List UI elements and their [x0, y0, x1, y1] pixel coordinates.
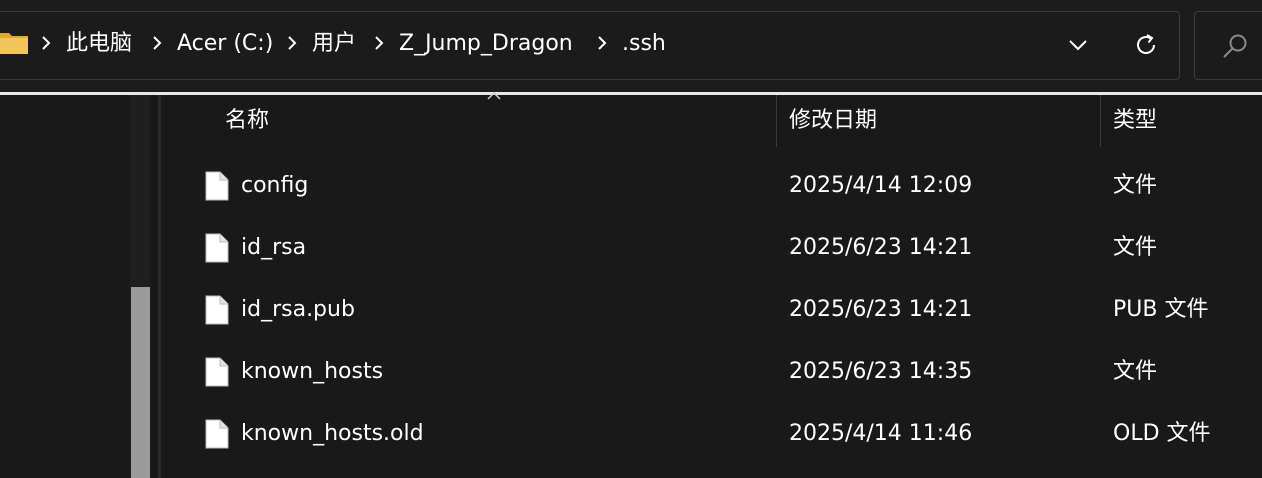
file-explorer-window: 此电脑 Acer (C:) 用户 Z_Jump_Dragon .ssh 名称 修…	[0, 0, 1262, 478]
file-name: id_rsa	[241, 235, 307, 260]
column-header-name[interactable]: 名称	[225, 95, 269, 147]
file-modified-date: 2025/6/23 14:21	[789, 297, 973, 322]
file-name: known_hosts	[241, 359, 384, 384]
address-toolbar: 此电脑 Acer (C:) 用户 Z_Jump_Dragon .ssh	[0, 0, 1262, 92]
address-history-dropdown-button[interactable]	[1058, 28, 1098, 62]
chevron-right-icon[interactable]	[596, 31, 608, 55]
file-icon	[205, 233, 229, 263]
file-type: 文件	[1113, 235, 1158, 260]
chevron-right-icon[interactable]	[286, 31, 298, 55]
file-modified-date: 2025/4/14 11:46	[789, 421, 973, 446]
file-row-config[interactable]: config 2025/4/14 12:09 文件	[161, 155, 1262, 217]
column-divider[interactable]	[1100, 95, 1101, 147]
chevron-right-icon[interactable]	[151, 31, 163, 55]
file-modified-date: 2025/4/14 12:09	[789, 173, 973, 198]
breadcrumb-item-users[interactable]: 用户	[312, 28, 356, 60]
breadcrumb-item-this-pc[interactable]: 此电脑	[66, 28, 132, 60]
refresh-button[interactable]	[1126, 26, 1166, 64]
file-row-id-rsa[interactable]: id_rsa 2025/6/23 14:21 文件	[161, 217, 1262, 279]
search-input[interactable]	[1194, 11, 1262, 80]
search-icon	[1223, 34, 1247, 58]
file-icon	[205, 171, 229, 201]
file-row-id-rsa-pub[interactable]: id_rsa.pub 2025/6/23 14:21 PUB 文件	[161, 279, 1262, 341]
file-icon	[205, 419, 229, 449]
chevron-right-icon[interactable]	[40, 31, 52, 55]
file-type: 文件	[1113, 359, 1158, 384]
sort-ascending-icon	[487, 91, 501, 100]
file-type: PUB 文件	[1113, 297, 1209, 322]
column-header-type[interactable]: 类型	[1113, 95, 1157, 147]
refresh-icon	[1137, 34, 1155, 54]
file-icon	[205, 357, 229, 387]
file-type: OLD 文件	[1113, 421, 1211, 446]
nav-scrollbar-thumb[interactable]	[131, 287, 150, 478]
breadcrumb-item-drive[interactable]: Acer (C:)	[177, 28, 273, 60]
file-name: id_rsa.pub	[241, 297, 355, 322]
file-modified-date: 2025/6/23 14:21	[789, 235, 973, 260]
file-name: known_hosts.old	[241, 421, 424, 446]
breadcrumb-item-ssh[interactable]: .ssh	[622, 28, 666, 60]
breadcrumb-item-user-folder[interactable]: Z_Jump_Dragon	[399, 28, 573, 60]
column-divider[interactable]	[776, 95, 777, 147]
column-header-date[interactable]: 修改日期	[789, 95, 877, 147]
file-type: 文件	[1113, 173, 1158, 198]
file-row-known-hosts-old[interactable]: known_hosts.old 2025/4/14 11:46 OLD 文件	[161, 403, 1262, 465]
folder-icon	[0, 33, 28, 54]
chevron-down-icon	[1069, 40, 1087, 51]
file-modified-date: 2025/6/23 14:35	[789, 359, 973, 384]
file-row-known-hosts[interactable]: known_hosts 2025/6/23 14:35 文件	[161, 341, 1262, 403]
navigation-pane	[0, 95, 158, 478]
file-icon	[205, 295, 229, 325]
chevron-right-icon[interactable]	[373, 31, 385, 55]
file-name: config	[241, 173, 309, 198]
file-list: 名称 修改日期 类型 config 2025/4/14 12:09 文件 id_…	[161, 91, 1262, 478]
